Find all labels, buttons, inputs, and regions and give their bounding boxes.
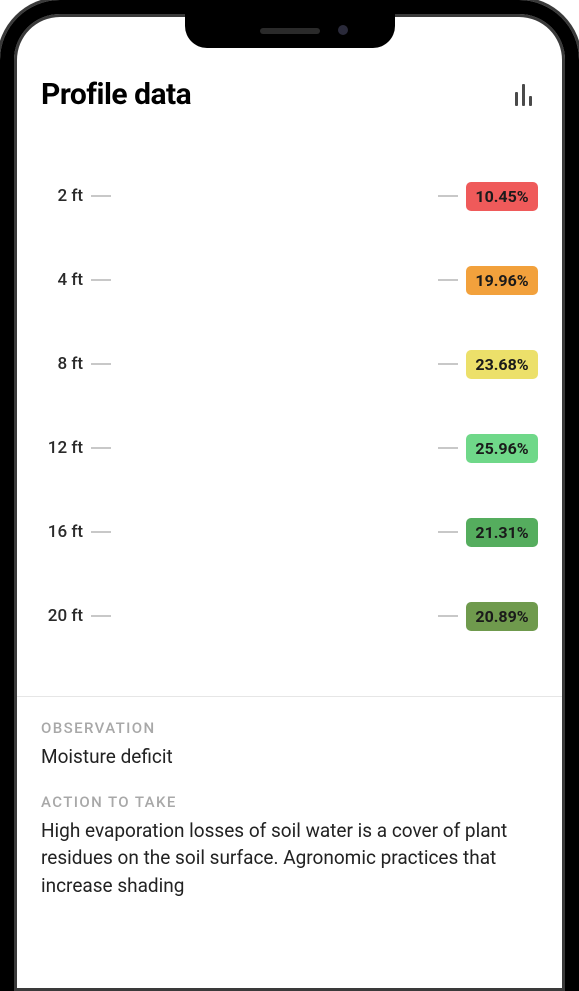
cube-stack	[190, 138, 390, 678]
tick-line	[91, 615, 111, 617]
app-screen: Profile data	[17, 17, 562, 991]
depth-label: 8 ft	[41, 354, 83, 374]
soil-profile-visualization: 2 ft 10.45% 4 ft 19.96% 8 ft 23.68% 12 f…	[41, 138, 538, 678]
action-label: ACTION TO TAKE	[41, 793, 538, 811]
depth-label: 4 ft	[41, 270, 83, 290]
moisture-badge: 19.96%	[466, 266, 538, 295]
depth-label: 16 ft	[41, 522, 83, 542]
soil-layer: 16 ft 21.31%	[41, 517, 538, 547]
soil-layer: 12 ft 25.96%	[41, 433, 538, 463]
divider	[17, 696, 562, 697]
tick-line	[438, 531, 458, 533]
bar-chart-icon[interactable]	[515, 84, 538, 106]
moisture-badge: 23.68%	[466, 350, 538, 379]
soil-layer: 8 ft 23.68%	[41, 349, 538, 379]
header: Profile data	[41, 77, 538, 112]
action-body: High evaporation losses of soil water is…	[41, 817, 538, 900]
tick-line	[91, 531, 111, 533]
tick-line	[438, 615, 458, 617]
tick-line	[438, 195, 458, 197]
soil-layer: 20 ft 20.89%	[41, 601, 538, 631]
observation-body: Moisture deficit	[41, 743, 538, 771]
tick-line	[438, 447, 458, 449]
page-title: Profile data	[41, 77, 191, 112]
moisture-badge: 25.96%	[466, 434, 538, 463]
tick-line	[438, 363, 458, 365]
depth-label: 20 ft	[41, 606, 83, 626]
depth-label: 2 ft	[41, 186, 83, 206]
depth-label: 12 ft	[41, 438, 83, 458]
tick-line	[91, 363, 111, 365]
moisture-badge: 10.45%	[466, 182, 538, 211]
soil-layer: 4 ft 19.96%	[41, 265, 538, 295]
soil-layer: 2 ft 10.45%	[41, 181, 538, 211]
tick-line	[91, 447, 111, 449]
tick-line	[91, 279, 111, 281]
moisture-badge: 21.31%	[466, 518, 538, 547]
observation-label: OBSERVATION	[41, 719, 538, 737]
tick-line	[438, 279, 458, 281]
moisture-badge: 20.89%	[466, 602, 538, 631]
tick-line	[91, 195, 111, 197]
